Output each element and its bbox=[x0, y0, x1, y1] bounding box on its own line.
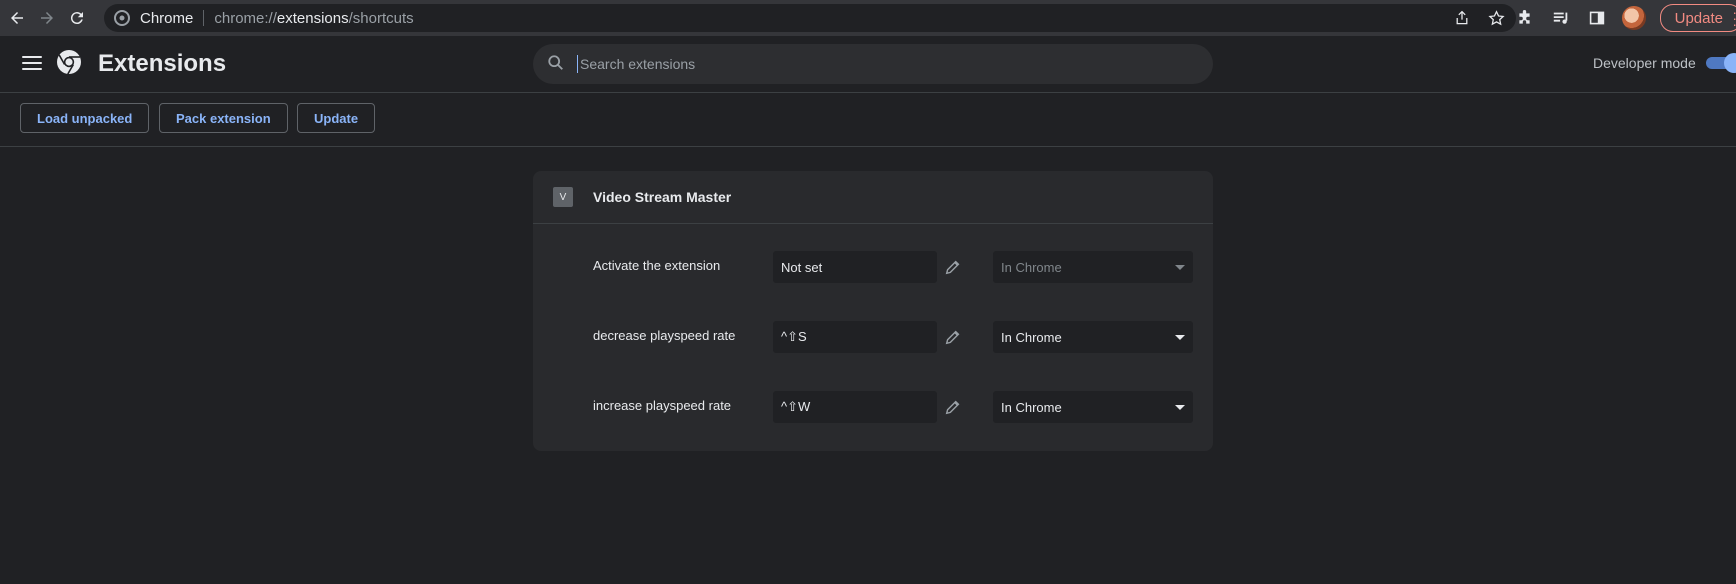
profile-avatar[interactable] bbox=[1621, 6, 1646, 30]
developer-mode-toggle[interactable] bbox=[1706, 53, 1736, 73]
scope-select[interactable]: In Chrome bbox=[993, 321, 1193, 353]
load-unpacked-button[interactable]: Load unpacked bbox=[20, 103, 150, 133]
extension-icon: V bbox=[553, 187, 573, 207]
search-icon bbox=[547, 54, 567, 74]
extensions-header: Extensions Developer mode bbox=[0, 36, 1736, 93]
reload-button[interactable] bbox=[64, 5, 90, 31]
card-header: V Video Stream Master bbox=[533, 171, 1213, 224]
pencil-icon[interactable] bbox=[944, 328, 962, 346]
forward-arrow-icon bbox=[41, 12, 53, 24]
chrome-update-button[interactable]: Update··· bbox=[1659, 4, 1736, 32]
page-title: Extensions bbox=[98, 50, 227, 77]
extension-shortcuts-card: V Video Stream Master Activate the exten… bbox=[533, 171, 1213, 451]
scope-select[interactable]: In Chrome bbox=[993, 251, 1193, 283]
bookmark-star-icon[interactable] bbox=[1486, 8, 1506, 28]
media-queue-icon[interactable] bbox=[1550, 7, 1572, 29]
dropdown-arrow-icon bbox=[1175, 265, 1185, 270]
scope-select[interactable]: In Chrome bbox=[993, 391, 1193, 423]
shortcut-row: Activate the extension Not set In Chrome bbox=[533, 251, 1213, 285]
developer-mode-label: Developer mode bbox=[1593, 55, 1696, 71]
command-label: increase playspeed rate bbox=[593, 398, 732, 413]
reload-icon bbox=[70, 12, 83, 25]
chrome-logo-icon bbox=[57, 50, 81, 75]
share-icon[interactable] bbox=[1452, 8, 1472, 28]
back-button[interactable] bbox=[4, 5, 30, 31]
pack-extension-button[interactable]: Pack extension bbox=[159, 103, 288, 133]
shortcut-input[interactable]: ^⇧S bbox=[773, 321, 937, 353]
developer-action-bar: Load unpacked Pack extension Update bbox=[0, 93, 1736, 147]
site-name: Chrome bbox=[140, 9, 194, 27]
menu-icon[interactable] bbox=[22, 56, 42, 74]
search-input[interactable] bbox=[577, 55, 1182, 73]
address-bar[interactable]: Chrome chrome://extensions/shortcuts bbox=[104, 4, 1516, 32]
update-extensions-button[interactable]: Update bbox=[297, 103, 376, 133]
browser-toolbar: Chrome chrome://extensions/shortcuts Upd… bbox=[0, 0, 1736, 36]
shortcut-input[interactable]: Not set bbox=[773, 251, 937, 283]
extensions-puzzle-icon[interactable] bbox=[1514, 7, 1536, 29]
search-bar[interactable] bbox=[533, 44, 1213, 84]
shortcut-input[interactable]: ^⇧W bbox=[773, 391, 937, 423]
back-arrow-icon bbox=[11, 12, 23, 24]
forward-button[interactable] bbox=[34, 5, 60, 31]
url-text: chrome://extensions/shortcuts bbox=[214, 9, 414, 27]
dropdown-arrow-icon bbox=[1175, 335, 1185, 340]
more-vert-icon: ··· bbox=[1732, 5, 1736, 31]
command-label: Activate the extension bbox=[593, 258, 721, 273]
pencil-icon[interactable] bbox=[944, 398, 962, 416]
pencil-icon[interactable] bbox=[944, 258, 962, 276]
omnibox-divider bbox=[203, 10, 205, 26]
extension-name: Video Stream Master bbox=[593, 189, 732, 205]
command-label: decrease playspeed rate bbox=[593, 328, 736, 343]
shortcut-row: decrease playspeed rate ^⇧S In Chrome bbox=[533, 321, 1213, 355]
chrome-site-icon bbox=[114, 10, 130, 26]
shortcut-row: increase playspeed rate ^⇧W In Chrome bbox=[533, 391, 1213, 425]
side-panel-icon[interactable] bbox=[1586, 7, 1608, 29]
dropdown-arrow-icon bbox=[1175, 405, 1185, 410]
